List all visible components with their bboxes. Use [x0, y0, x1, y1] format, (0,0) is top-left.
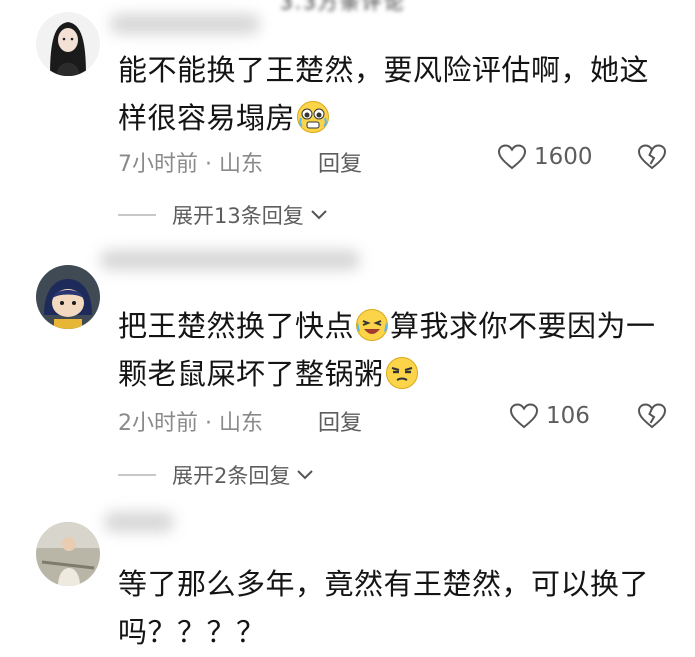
username-blurred	[110, 14, 260, 34]
comment-text: 能不能换了王楚然，要风险评估啊，她这 样很容易塌房	[118, 53, 650, 135]
time-location: 2小时前 · 山东	[118, 411, 263, 436]
avatar[interactable]	[36, 265, 100, 329]
expand-label: 展开2条回复	[172, 464, 291, 488]
dislike-button[interactable]	[637, 144, 667, 176]
unamused-emoji-icon	[385, 357, 418, 389]
comment-meta: 2小时前 · 山东 回复 106	[118, 401, 678, 437]
chevron-down-icon	[297, 470, 314, 480]
heart-outline-icon	[510, 403, 538, 429]
username-blurred	[104, 512, 174, 532]
like-button[interactable]: 1600	[498, 144, 593, 170]
heart-outline-icon	[498, 144, 526, 170]
dislike-button[interactable]	[637, 403, 667, 435]
divider-dash	[118, 214, 156, 216]
expand-label: 展开13条回复	[172, 204, 304, 228]
broken-heart-icon	[637, 403, 667, 429]
like-count: 106	[546, 403, 590, 429]
username-blurred	[100, 250, 360, 270]
crying-pleading-emoji-icon	[297, 101, 330, 133]
comment-text: 等了那么多年，竟然有王楚然，可以换了 吗？？？？	[118, 567, 650, 649]
time-location: 7小时前 · 山东	[118, 152, 263, 177]
like-count: 1600	[534, 144, 593, 170]
expand-replies-button[interactable]: 展开2条回复	[118, 460, 314, 490]
like-button[interactable]: 106	[510, 403, 590, 429]
blurred-comment-count: 3.3万条评论	[280, 0, 406, 14]
comment-meta: 7小时前 · 山东 回复 1600	[118, 142, 678, 178]
reply-button[interactable]: 回复	[318, 146, 362, 178]
avatar[interactable]	[36, 12, 100, 76]
avatar[interactable]	[36, 522, 100, 586]
broken-heart-icon	[637, 144, 667, 170]
laughing-crying-emoji-icon	[356, 309, 389, 341]
chevron-down-icon	[311, 210, 327, 220]
divider-dash	[118, 474, 156, 476]
reply-button[interactable]: 回复	[318, 405, 362, 437]
expand-replies-button[interactable]: 展开13条回复	[118, 200, 328, 230]
comment-text: 把王楚然换了快点 算我求你不要因为一 颗老鼠屎坏了整锅粥	[118, 309, 656, 391]
